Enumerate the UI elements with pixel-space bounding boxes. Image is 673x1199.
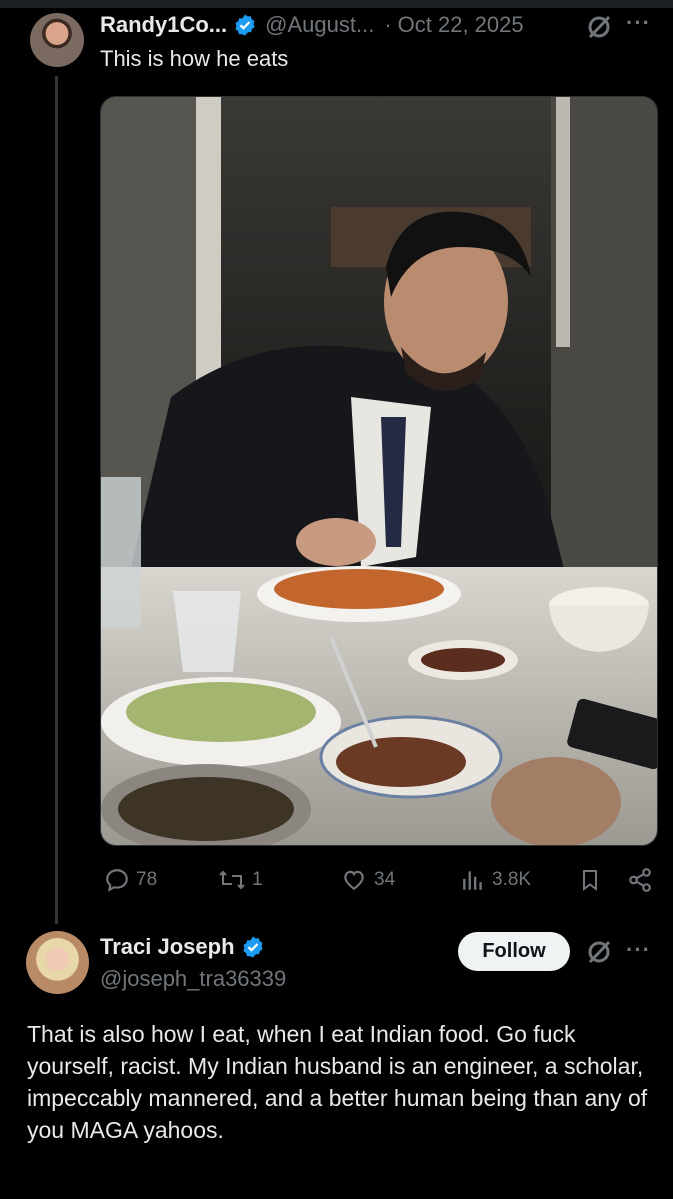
share-icon — [629, 868, 651, 892]
reply-header: Traci Joseph — [100, 931, 265, 963]
post-photo[interactable] — [100, 96, 658, 846]
thread-connector-line — [55, 76, 58, 924]
grok-icon[interactable] — [584, 12, 614, 42]
views-button[interactable]: 3.8K — [460, 862, 531, 898]
more-icon[interactable]: ··· — [626, 937, 651, 963]
post-header: Randy1Co... @August... · Oct 22, 2025 — [100, 10, 524, 40]
like-count: 34 — [374, 869, 396, 890]
reply-count: 78 — [136, 869, 158, 890]
photo-man-eating-biryani — [101, 97, 657, 845]
author-name[interactable]: Randy1Co... — [100, 12, 227, 38]
reply-author-name[interactable]: Traci Joseph — [100, 934, 235, 960]
reply-author-handle[interactable]: @joseph_tra36339 — [100, 966, 286, 992]
grok-icon[interactable] — [584, 937, 614, 967]
verified-badge-icon — [235, 14, 255, 36]
bookmark-button[interactable] — [578, 862, 608, 898]
avatar[interactable] — [30, 13, 84, 67]
more-icon[interactable]: ··· — [626, 10, 651, 36]
views-icon — [463, 871, 482, 890]
follow-button[interactable]: Follow — [458, 932, 570, 971]
post-actions: 78 1 34 3.8K — [100, 862, 656, 898]
post-text: This is how he eats — [100, 46, 289, 71]
reply-avatar[interactable] — [26, 931, 89, 994]
top-divider — [0, 0, 673, 8]
reply-text: That is also how I eat, when I eat India… — [27, 1021, 648, 1143]
author-handle[interactable]: @August... — [265, 12, 374, 38]
repost-icon — [219, 870, 245, 890]
reply-button[interactable]: 78 — [104, 862, 157, 898]
repost-button[interactable]: 1 — [218, 862, 263, 898]
reply-icon — [106, 869, 128, 892]
like-button[interactable]: 34 — [340, 862, 395, 898]
verified-badge-icon — [242, 936, 263, 958]
like-icon — [344, 870, 364, 890]
view-count: 3.8K — [492, 869, 532, 890]
bookmark-icon — [583, 870, 597, 891]
post-date[interactable]: Oct 22, 2025 — [398, 12, 524, 38]
share-button[interactable] — [626, 862, 660, 898]
separator-dot: · — [384, 12, 392, 37]
repost-count: 1 — [252, 869, 263, 890]
